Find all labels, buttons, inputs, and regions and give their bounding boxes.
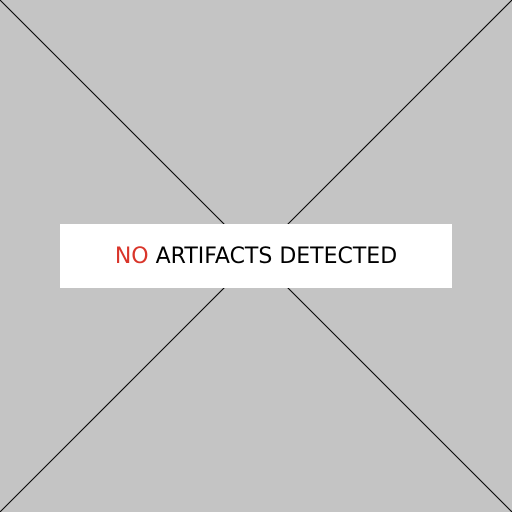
status-banner: NO ARTIFACTS DETECTED: [60, 224, 452, 288]
status-message: NO ARTIFACTS DETECTED: [115, 244, 397, 269]
status-suffix: ARTIFACTS DETECTED: [155, 243, 398, 269]
status-prefix: NO: [114, 243, 149, 269]
empty-state-canvas: NO ARTIFACTS DETECTED: [0, 0, 512, 512]
